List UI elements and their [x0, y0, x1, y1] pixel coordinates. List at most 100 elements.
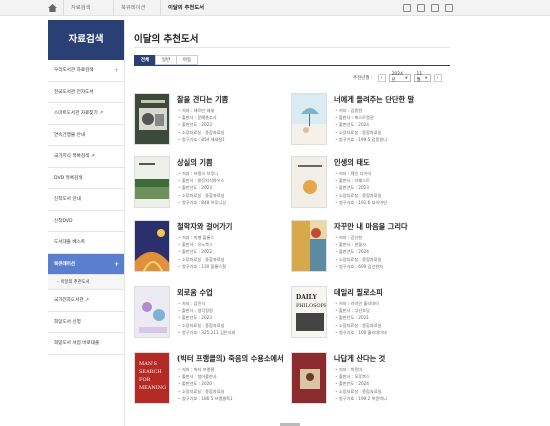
book-callno: 청구기호 : 100 홀리데이데 [335, 329, 445, 336]
sidebar-item[interactable]: 전국도서관 전자도서 [48, 82, 124, 103]
book-author: 저자 : 헤르만 헤세 [178, 107, 288, 114]
sidebar-item[interactable]: 우리도서관 자료검색 + [48, 60, 124, 82]
book-title[interactable]: 인생의 태도 [334, 158, 370, 168]
year-value: 2024년 [391, 72, 403, 83]
book-item[interactable]: 외로움 수업 저자 : 김민식 출판사 : 생각정원 출판년도 : 2023 소… [134, 286, 284, 346]
book-author: 저자 : 미셸 플롱스 [178, 234, 288, 241]
book-cover[interactable] [291, 156, 327, 208]
book-year: 출판년도 : 2024 [335, 121, 445, 128]
book-title[interactable]: 자꾸만 내 마음을 그리다 [334, 222, 408, 232]
book-item[interactable]: 자꾸만 내 마음을 그리다 저자 : 김선현 출판사 : 한울사 출판년도 : … [291, 220, 441, 280]
svg-text:MAN'S: MAN'S [139, 361, 157, 367]
book-cover[interactable] [134, 286, 170, 338]
book-title[interactable]: (빅터 프랭클의) 죽음의 수용소에서 [177, 354, 284, 364]
book-meta: 저자 : 프랭크 브루니 출판사 : 웅진지식하우스 출판년도 : 2023 소… [178, 170, 288, 206]
book-meta: 저자 : 웨인 다이어 출판사 : 더퀘스트 출판년도 : 2023 소장자료실… [335, 170, 445, 206]
breadcrumb-item[interactable]: 북큐레이션 [113, 0, 155, 16]
book-cover[interactable]: MAN'S SEARCH FOR MEANING [134, 352, 170, 404]
book-publisher: 출판사 : 다산초당 [335, 307, 445, 314]
book-item[interactable]: 인생의 태도 저자 : 웨인 다이어 출판사 : 더퀘스트 출판년도 : 202… [291, 156, 441, 216]
book-cover[interactable] [134, 220, 170, 272]
svg-text:FOR: FOR [139, 377, 151, 383]
book-location: 소장자료실 : 종합자료실 [178, 129, 288, 136]
sidebar-item[interactable]: DVD 목록검색 [48, 168, 124, 189]
sidebar-item[interactable]: 신착도서 안내 [48, 189, 124, 211]
book-author: 저자 : 김민식 [178, 300, 288, 307]
sidebar-item-label: 신착도서 안내 [54, 197, 81, 202]
chevron-down-icon: ▼ [404, 76, 408, 80]
tab-children[interactable]: 아동 [176, 55, 198, 65]
book-year: 출판년도 : 2023 [178, 314, 288, 321]
svg-text:SEARCH: SEARCH [139, 369, 162, 375]
next-month-button[interactable]: › [433, 74, 442, 82]
sidebar-item-active[interactable]: 북큐레이션 + [48, 253, 124, 275]
book-cover[interactable] [291, 352, 327, 404]
book-item[interactable]: 철학자와 걸어가기 저자 : 미셸 플롱스 출판사 : 유노북스 출판년도 : … [134, 220, 284, 280]
breadcrumb-item[interactable]: 자료검색 [63, 0, 105, 16]
sidebar-item[interactable]: 신착DVD [48, 211, 124, 232]
sidebar-item[interactable]: 국가전자도서관 ↗ [48, 290, 124, 312]
book-callno: 청구기호 : 186.5 프랭클죽1 [178, 395, 288, 402]
book-publisher: 출판사 : 한울사 [335, 241, 445, 248]
sidebar-item[interactable]: 국가지식 목록검색 ↗ [48, 146, 124, 168]
instagram-icon[interactable] [403, 4, 411, 12]
book-publisher: 출판사 : 웅진지식하우스 [178, 177, 288, 184]
plus-icon: + [113, 67, 119, 74]
sidebar-item-label: 도서대출 베스트 [54, 240, 86, 245]
book-item[interactable]: DAILYPHILOSOPHY 데일리 필로소피 저자 : 라이언 홀리데이 출… [291, 286, 441, 346]
book-title[interactable]: 나답게 산다는 것 [334, 354, 385, 364]
sidebar-heading: 자료검색 [48, 20, 124, 60]
svg-text:MEANING: MEANING [139, 385, 166, 391]
tab-general[interactable]: 일반 [155, 55, 177, 65]
book-item[interactable]: MAN'S SEARCH FOR MEANING (빅터 프랭클의) 죽음의 수용소에… [134, 352, 284, 412]
month-select[interactable]: 11월 ▼ [413, 72, 431, 83]
book-cover[interactable] [134, 156, 170, 208]
book-publisher: 출판사 : 퍼스트펭귄 [335, 114, 445, 121]
page-title: 이달의 추천도서 [134, 34, 199, 45]
year-select[interactable]: 2024년 ▼ [388, 72, 411, 83]
book-item[interactable]: 잘을 견디는 기쁨 저자 : 헤르만 헤세 출판사 : 문예춘추사 출판년도 :… [134, 93, 284, 153]
book-year: 출판년도 : 2023 [335, 184, 445, 191]
sidebar-item[interactable]: 희망도서 신청 [48, 312, 124, 333]
book-title[interactable]: 상실의 기쁨 [177, 158, 213, 168]
book-title[interactable]: 데일리 필로소피 [334, 288, 383, 298]
book-year: 출판년도 : 2023 [178, 184, 288, 191]
sidebar-item[interactable]: 희망도서 서점 바로대출 [48, 333, 124, 355]
sidebar-item-label: 스마트도서관 자료찾기 ↗ [54, 111, 104, 116]
facebook-icon[interactable] [431, 4, 439, 12]
book-title[interactable]: 외로움 수업 [177, 288, 213, 298]
book-meta: 저자 : 빅터 프랭클 출판사 : 청아출판사 출판년도 : 2020 소장자료… [178, 366, 288, 402]
book-cover[interactable] [291, 93, 327, 145]
tab-all[interactable]: 전체 [134, 55, 156, 65]
book-callno: 청구기호 : 325.211 김민식외 [178, 329, 288, 336]
book-item[interactable]: 나답게 산다는 것 저자 : 박윤미 출판사 : 모루북스 출판년도 : 202… [291, 352, 441, 412]
book-item[interactable]: 너에게 들려주는 단단한 말 저자 : 김종원 출판사 : 퍼스트펭귄 출판년도… [291, 93, 441, 153]
book-meta: 저자 : 김민식 출판사 : 생각정원 출판년도 : 2023 소장자료실 : … [178, 300, 288, 336]
book-location: 소장자료실 : 종합자료실 [335, 256, 445, 263]
print-icon[interactable] [417, 4, 425, 12]
book-item[interactable]: 상실의 기쁨 저자 : 프랭크 브루니 출판사 : 웅진지식하우스 출판년도 :… [134, 156, 284, 216]
book-cover[interactable] [291, 220, 327, 272]
sidebar-item[interactable]: 연속간행물 안내 [48, 125, 124, 146]
book-year: 출판년도 : 2021 [335, 314, 445, 321]
book-title[interactable]: 잘을 견디는 기쁨 [177, 95, 228, 105]
sidebar-subitem-current[interactable]: 이달의 추천도서 [48, 275, 124, 290]
sidebar-item[interactable]: 스마트도서관 자료찾기 ↗ [48, 103, 124, 125]
book-callno: 청구기호 : 609 김선현자 [335, 263, 445, 270]
twitter-icon[interactable] [445, 4, 453, 12]
book-location: 소장자료실 : 종합자료실 [178, 322, 288, 329]
book-cover[interactable] [134, 93, 170, 145]
book-year: 출판년도 : 2020 [178, 380, 288, 387]
sidebar-item[interactable]: 도서대출 베스트 [48, 232, 124, 254]
sidebar-item-label: 국가지식 목록검색 ↗ [54, 154, 95, 159]
book-author: 저자 : 웨인 다이어 [335, 170, 445, 177]
book-callno: 청구기호 : 854 헤세잘1 [178, 136, 288, 143]
book-cover[interactable]: DAILY PHILOSOPHY [291, 286, 327, 338]
prev-month-button[interactable]: ‹ [377, 74, 386, 82]
sidebar-menu: 우리도서관 자료검색 + 전국도서관 전자도서 스마트도서관 자료찾기 ↗ 연속간… [48, 60, 124, 355]
book-year: 출판년도 : 2024 [335, 380, 445, 387]
home-icon[interactable] [48, 4, 57, 12]
book-title[interactable]: 너에게 들려주는 단단한 말 [334, 95, 414, 105]
book-title[interactable]: 철학자와 걸어가기 [177, 222, 232, 232]
sidebar-item-label: 우리도서관 자료검색 [54, 68, 94, 73]
